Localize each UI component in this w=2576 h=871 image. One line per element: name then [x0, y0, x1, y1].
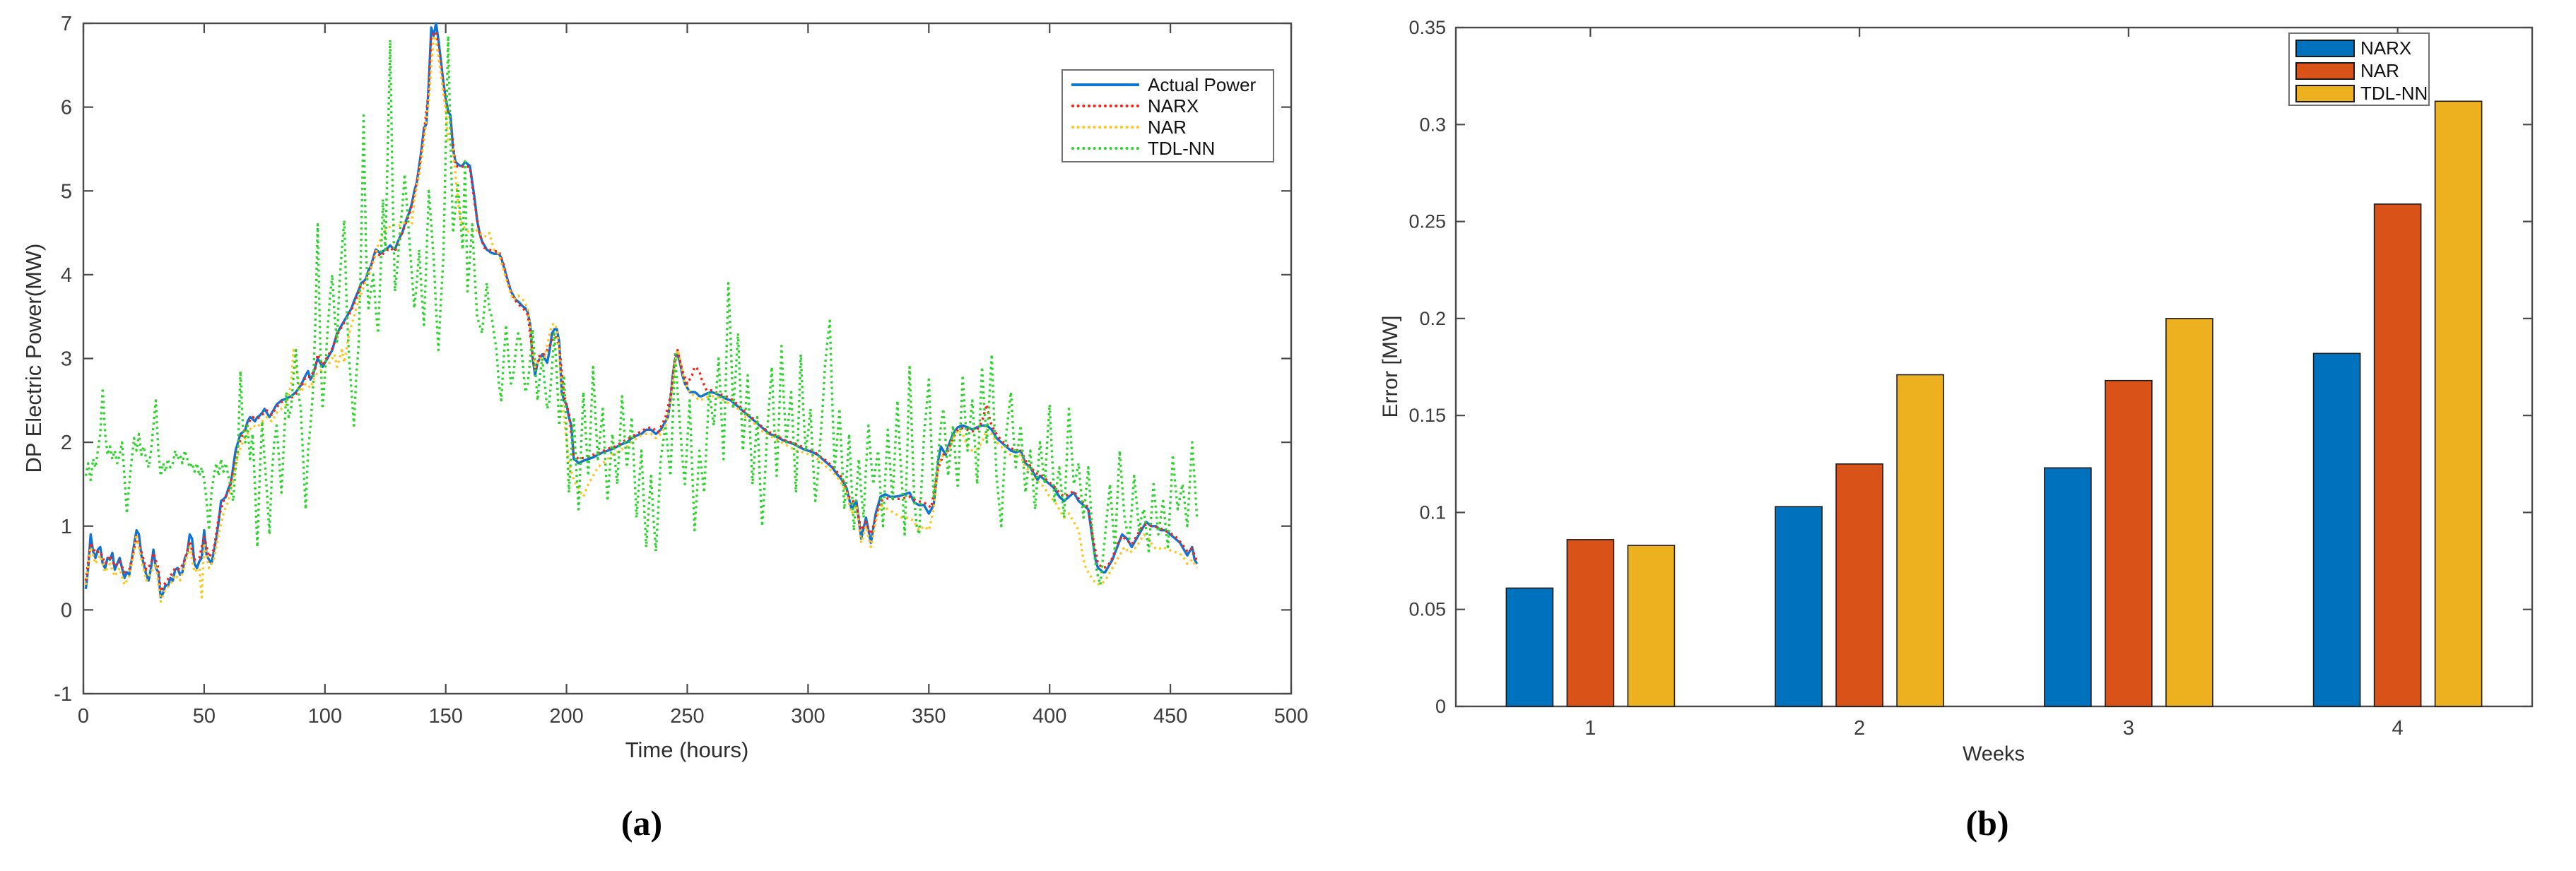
plot-border [1456, 28, 2532, 706]
y-tick-label: 0.2 [1419, 308, 1446, 329]
charts-canvas: 0 50 100 150 200 250 300 350 400 450 500 -1 0 1 2 3 4 5 6 7… [0, 0, 2576, 871]
legend-line-sample-icon [1071, 83, 1139, 86]
y-tick-label: 0.25 [1408, 211, 1446, 232]
y-tick-label: 7 [61, 13, 72, 35]
y-tick-label: 0.35 [1408, 17, 1446, 38]
y-tick-label: 0.3 [1419, 114, 1446, 135]
x-tick-label: 400 [1033, 705, 1066, 728]
bar-chart-y-axis-label: Error [MW] [1379, 316, 1403, 418]
bar-chart-x-axis-label: Weeks [1963, 743, 2025, 766]
x-tick-label: 4 [2392, 717, 2404, 740]
legend-label: TDL-NN [2360, 84, 2428, 102]
x-tick-label: 450 [1153, 705, 1187, 728]
bar-nar-week-2 [1836, 464, 1883, 706]
x-tick-label: 350 [912, 705, 946, 728]
legend-line-sample-icon [1071, 126, 1139, 129]
y-tick-label: 0.1 [1419, 502, 1446, 523]
line-chart-x-axis-label: Time (hours) [625, 737, 749, 763]
legend-label: TDL-NN [1148, 139, 1215, 158]
subfigure-caption-b: (b) [1965, 802, 2009, 843]
y-tick-label: 1 [61, 516, 72, 538]
legend-item-tdl-nn: TDL-NN [2290, 82, 2428, 105]
line-chart-y-axis-label: DP Electric Power(MW) [21, 244, 47, 473]
x-tick-label: 1 [1584, 717, 1596, 740]
legend-item-actual-power: Actual Power [1063, 74, 1273, 95]
y-tick-label: -1 [54, 683, 72, 706]
x-tick-label: 300 [791, 705, 825, 728]
x-tick-label: 100 [308, 705, 342, 728]
y-tick-label: 0 [1435, 696, 1446, 717]
x-tick-label: 200 [549, 705, 583, 728]
y-tick-label: 6 [61, 97, 72, 119]
legend-color-swatch-icon [2295, 62, 2355, 80]
legend-label: NARX [1148, 97, 1199, 115]
legend-item-narx: NARX [1063, 95, 1273, 117]
legend-color-swatch-icon [2295, 85, 2355, 102]
bar-tdl-nn-week-1 [1628, 545, 1674, 706]
legend-item-narx: NARX [2290, 37, 2428, 59]
y-tick-label: 2 [61, 432, 72, 454]
bar-tdl-nn-week-4 [2435, 101, 2482, 706]
y-tick-label: 0 [61, 599, 72, 622]
bar-narx-week-2 [1775, 506, 1822, 706]
bar-tdl-nn-week-3 [2166, 319, 2213, 706]
line-chart-legend: Actual Power NARX NAR TDL-NN [1061, 69, 1274, 162]
x-tick-label: 3 [2123, 717, 2134, 740]
subfigure-caption-a: (a) [621, 802, 662, 843]
legend-color-swatch-icon [2295, 40, 2355, 57]
legend-label: NARX [2360, 39, 2411, 57]
y-tick-label: 3 [61, 348, 72, 371]
legend-label: NAR [1148, 118, 1187, 136]
legend-label: NAR [2360, 61, 2399, 80]
bar-chart-legend: NARX NAR TDL-NN [2288, 32, 2430, 106]
legend-line-sample-icon [1071, 147, 1139, 150]
x-tick-label: 2 [1854, 717, 1865, 740]
y-tick-label: 5 [61, 180, 72, 203]
x-tick-label: 0 [78, 705, 89, 728]
x-tick-label: 250 [670, 705, 704, 728]
x-tick-label: 150 [429, 705, 463, 728]
bar-nar-week-1 [1567, 540, 1613, 706]
legend-item-tdl-nn: TDL-NN [1063, 138, 1273, 159]
legend-item-nar: NAR [1063, 117, 1273, 138]
bar-narx-week-1 [1506, 588, 1553, 707]
y-tick-label: 0.15 [1408, 405, 1446, 426]
y-tick-label: 4 [61, 264, 72, 287]
bar-tdl-nn-week-2 [1897, 375, 1943, 707]
figure: 0 50 100 150 200 250 300 350 400 450 500 -1 0 1 2 3 4 5 6 7… [0, 0, 2576, 871]
bar-nar-week-3 [2105, 381, 2152, 706]
y-tick-label: 0.05 [1408, 599, 1446, 620]
legend-line-sample-icon [1071, 105, 1139, 107]
bar-nar-week-4 [2375, 204, 2421, 706]
legend-label: Actual Power [1148, 76, 1256, 94]
x-tick-label: 500 [1274, 705, 1308, 728]
bar-narx-week-3 [2045, 468, 2091, 706]
bar-narx-week-4 [2314, 353, 2360, 706]
legend-item-nar: NAR [2290, 59, 2428, 82]
bar-chart-plot: 0 0.05 0.1 0.15 0.2 0.25 0.3 0.35 1 2 3 4 [1408, 17, 2532, 740]
x-tick-label: 50 [193, 705, 216, 728]
